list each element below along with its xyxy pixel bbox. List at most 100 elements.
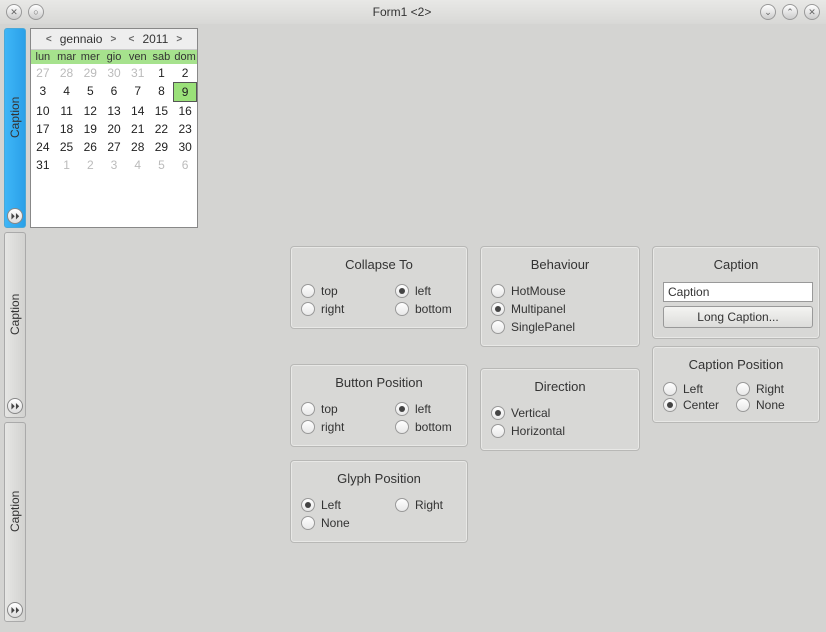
calendar-dow-row: lunmarmergiovensabdom (31, 50, 197, 64)
calendar-day[interactable]: 31 (31, 156, 55, 174)
calendar-day[interactable]: 4 (126, 156, 150, 174)
side-panel-3[interactable]: Caption ⏵⏵ (4, 422, 26, 622)
radio-dot-icon (491, 284, 505, 298)
calendar-day[interactable]: 30 (102, 64, 126, 82)
calendar-day[interactable]: 16 (173, 102, 197, 120)
calendar-grid: 2728293031123456789101112131415161718192… (31, 64, 197, 174)
calendar-day[interactable]: 13 (102, 102, 126, 120)
radio-top[interactable]: top (301, 284, 371, 298)
calendar-day[interactable]: 24 (31, 138, 55, 156)
calendar-day[interactable]: 23 (173, 120, 197, 138)
radio-dot-icon (663, 398, 677, 412)
long-caption-button[interactable]: Long Caption... (663, 306, 813, 328)
radio-right[interactable]: Right (736, 382, 809, 396)
calendar-day[interactable]: 1 (150, 64, 174, 82)
radio-left[interactable]: Left (663, 382, 736, 396)
radio-hotmouse[interactable]: HotMouse (491, 282, 629, 300)
radio-multipanel[interactable]: Multipanel (491, 300, 629, 318)
radio-dot-icon (491, 406, 505, 420)
side-panel-2[interactable]: Caption ⏵⏵ (4, 232, 26, 418)
calendar-day[interactable]: 5 (150, 156, 174, 174)
radio-none[interactable]: None (736, 398, 809, 412)
calendar-day[interactable]: 29 (78, 64, 102, 82)
calendar-day[interactable]: 11 (55, 102, 79, 120)
radio-dot-icon (395, 420, 409, 434)
next-year-icon[interactable]: > (172, 31, 186, 47)
calendar-day[interactable]: 6 (173, 156, 197, 174)
radio-dot-icon (491, 424, 505, 438)
calendar-day[interactable]: 17 (31, 120, 55, 138)
calendar-day[interactable]: 20 (102, 120, 126, 138)
radio-none[interactable]: None (301, 516, 371, 530)
calendar-day[interactable]: 27 (102, 138, 126, 156)
calendar-day[interactable]: 28 (55, 64, 79, 82)
calendar-day[interactable]: 12 (78, 102, 102, 120)
calendar-day[interactable]: 22 (150, 120, 174, 138)
radio-horizontal[interactable]: Horizontal (491, 422, 629, 440)
side-panel-1[interactable]: Caption ⏵⏵ (4, 28, 26, 228)
calendar-day[interactable]: 7 (126, 82, 150, 102)
app-menu-icon[interactable]: ✕ (6, 4, 22, 20)
calendar-header: < gennaio > < 2011 > (31, 29, 197, 50)
window-icon[interactable]: ○ (28, 4, 44, 20)
close-button[interactable]: ✕ (804, 4, 820, 20)
calendar-day[interactable]: 15 (150, 102, 174, 120)
radio-bottom[interactable]: bottom (395, 420, 465, 434)
calendar-day[interactable]: 6 (102, 82, 126, 102)
calendar-day[interactable]: 1 (55, 156, 79, 174)
next-month-icon[interactable]: > (106, 31, 120, 47)
radio-right[interactable]: Right (395, 498, 465, 512)
calendar-day[interactable]: 14 (126, 102, 150, 120)
calendar-day[interactable]: 27 (31, 64, 55, 82)
radio-right[interactable]: right (301, 302, 371, 316)
radio-label: top (321, 402, 338, 416)
calendar-day[interactable]: 29 (150, 138, 174, 156)
prev-month-icon[interactable]: < (42, 31, 56, 47)
calendar-day[interactable]: 28 (126, 138, 150, 156)
radio-left[interactable]: left (395, 402, 465, 416)
calendar-day[interactable]: 18 (55, 120, 79, 138)
radio-bottom[interactable]: bottom (395, 302, 465, 316)
radio-left[interactable]: left (395, 284, 465, 298)
calendar-day[interactable]: 21 (126, 120, 150, 138)
radio-label: right (321, 302, 344, 316)
minimize-button[interactable]: ⌄ (760, 4, 776, 20)
caption-group: Caption Long Caption... (652, 246, 820, 339)
calendar-day[interactable]: 4 (55, 82, 79, 102)
calendar-day[interactable]: 3 (31, 82, 55, 102)
maximize-button[interactable]: ⌃ (782, 4, 798, 20)
caption-input[interactable] (663, 282, 813, 302)
calendar-day[interactable]: 5 (78, 82, 102, 102)
calendar-day[interactable]: 10 (31, 102, 55, 120)
group-title: Behaviour (491, 257, 629, 272)
calendar-day[interactable]: 25 (55, 138, 79, 156)
side-panel-toggle-icon[interactable]: ⏵⏵ (7, 398, 23, 414)
window-title: Form1 <2> (44, 5, 760, 19)
calendar[interactable]: < gennaio > < 2011 > lunmarmergiovensabd… (30, 28, 198, 228)
calendar-day[interactable]: 31 (126, 64, 150, 82)
radio-dot-icon (301, 516, 315, 530)
radio-vertical[interactable]: Vertical (491, 404, 629, 422)
calendar-day[interactable]: 2 (78, 156, 102, 174)
calendar-day[interactable]: 3 (102, 156, 126, 174)
calendar-year[interactable]: 2011 (138, 32, 172, 46)
calendar-day[interactable]: 8 (150, 82, 174, 102)
calendar-month[interactable]: gennaio (56, 32, 107, 46)
calendar-day[interactable]: 19 (78, 120, 102, 138)
calendar-day[interactable]: 2 (173, 64, 197, 82)
radio-label: left (415, 402, 431, 416)
collapse-to-group: Collapse To topleftrightbottom (290, 246, 468, 329)
calendar-day[interactable]: 26 (78, 138, 102, 156)
radio-top[interactable]: top (301, 402, 371, 416)
calendar-day[interactable]: 30 (173, 138, 197, 156)
calendar-day[interactable]: 9 (173, 82, 197, 102)
side-panel-label: Caption (8, 29, 22, 205)
radio-center[interactable]: Center (663, 398, 736, 412)
side-panel-toggle-icon[interactable]: ⏵⏵ (7, 208, 23, 224)
radio-left[interactable]: Left (301, 498, 371, 512)
side-panel-toggle-icon[interactable]: ⏵⏵ (7, 602, 23, 618)
prev-year-icon[interactable]: < (124, 31, 138, 47)
radio-right[interactable]: right (301, 420, 371, 434)
button-position-group: Button Position topleftrightbottom (290, 364, 468, 447)
radio-singlepanel[interactable]: SinglePanel (491, 318, 629, 336)
